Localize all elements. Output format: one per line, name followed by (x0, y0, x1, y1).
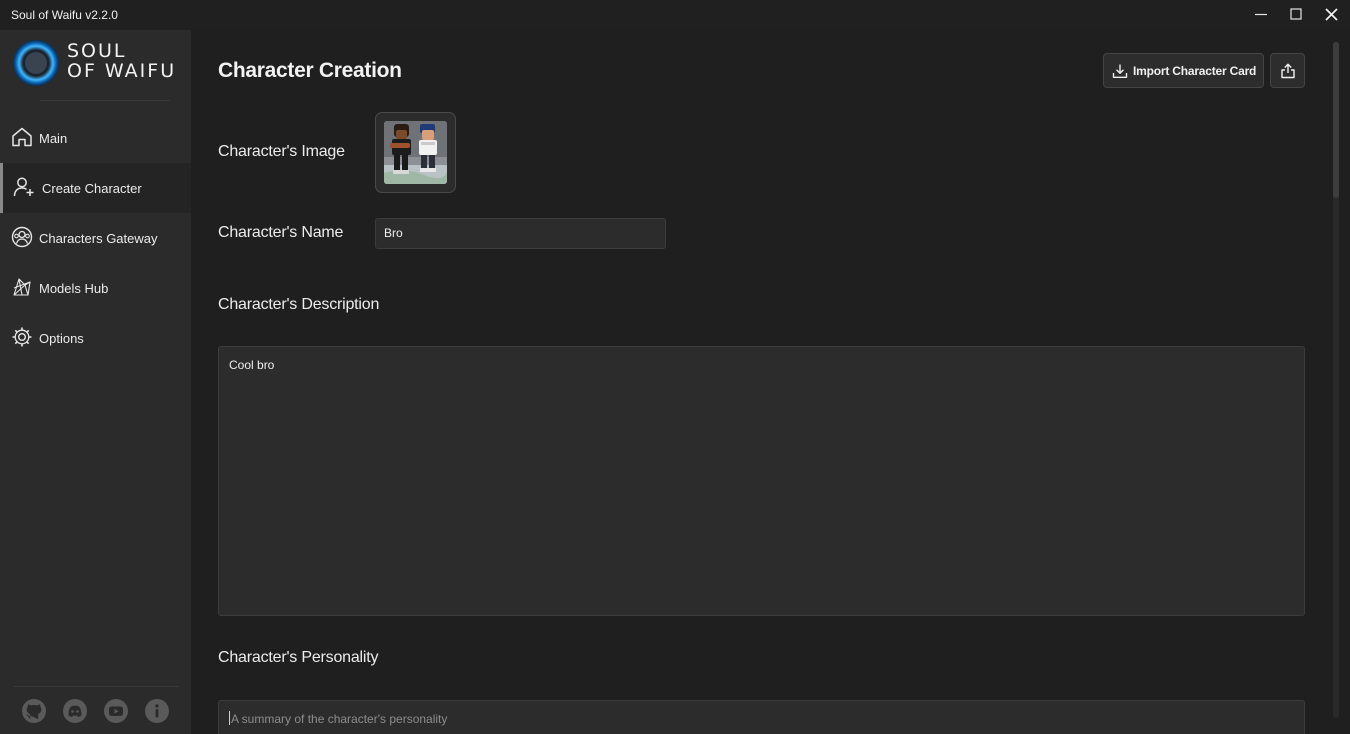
sidebar-item-create-character[interactable]: Create Character (0, 163, 191, 213)
character-name-label: Character's Name (218, 224, 344, 241)
character-name-input[interactable]: Bro (375, 218, 666, 249)
logo-divider (40, 100, 170, 101)
network-icon (13, 278, 31, 296)
character-description-label: Character's Description (218, 296, 380, 313)
text-caret (229, 711, 230, 725)
share-icon (1280, 63, 1295, 78)
minimize-icon (1255, 13, 1267, 16)
maximize-button[interactable] (1279, 0, 1313, 28)
app-logo: SOUL OF WAIFU (13, 38, 183, 94)
sidebar-item-label: Options (39, 330, 84, 346)
gear-icon (12, 327, 32, 347)
discord-icon[interactable] (62, 698, 88, 724)
sidebar-item-label: Models Hub (39, 280, 109, 296)
character-personality-textarea[interactable]: A summary of the character's personality (218, 700, 1305, 734)
import-button-label: Import Character Card (1133, 63, 1257, 78)
logo-text: SOUL OF WAIFU (67, 40, 177, 82)
info-icon[interactable] (144, 698, 170, 724)
sidebar-item-label: Characters Gateway (39, 230, 158, 246)
character-description-textarea[interactable]: Cool bro (218, 346, 1305, 616)
close-icon (1324, 7, 1338, 21)
github-icon[interactable] (21, 698, 47, 724)
add-user-icon (13, 177, 34, 197)
sidebar: SOUL OF WAIFU Main Create Character Char… (0, 30, 191, 734)
close-button[interactable] (1314, 0, 1348, 28)
export-character-button[interactable] (1270, 53, 1305, 88)
title-bar: Soul of Waifu v2.2.0 (0, 0, 1350, 30)
youtube-icon[interactable] (103, 698, 129, 724)
import-character-card-button[interactable]: Import Character Card (1103, 53, 1264, 88)
sidebar-item-characters-gateway[interactable]: Characters Gateway (0, 213, 191, 263)
vertical-scrollbar[interactable] (1333, 42, 1339, 718)
home-icon (12, 127, 32, 147)
minimize-button[interactable] (1244, 0, 1278, 28)
sidebar-item-main[interactable]: Main (0, 113, 191, 163)
main-content: Character Creation Import Character Card… (191, 30, 1350, 734)
users-circle-icon (11, 226, 33, 248)
character-image (384, 121, 447, 184)
page-title: Character Creation (218, 59, 402, 82)
window-title: Soul of Waifu v2.2.0 (11, 8, 118, 22)
sidebar-item-options[interactable]: Options (0, 313, 191, 363)
logo-face (25, 52, 47, 74)
scrollbar-thumb[interactable] (1333, 42, 1339, 198)
download-icon (1112, 64, 1128, 78)
character-personality-label: Character's Personality (218, 649, 379, 666)
maximize-icon (1290, 8, 1302, 20)
character-image-label: Character's Image (218, 143, 345, 160)
sidebar-item-label: Create Character (42, 180, 142, 196)
personality-placeholder: A summary of the character's personality (231, 712, 448, 726)
sidebar-item-label: Main (39, 130, 68, 146)
footer-divider (14, 686, 179, 687)
character-image-picker[interactable] (375, 112, 456, 193)
sidebar-item-models-hub[interactable]: Models Hub (0, 263, 191, 313)
